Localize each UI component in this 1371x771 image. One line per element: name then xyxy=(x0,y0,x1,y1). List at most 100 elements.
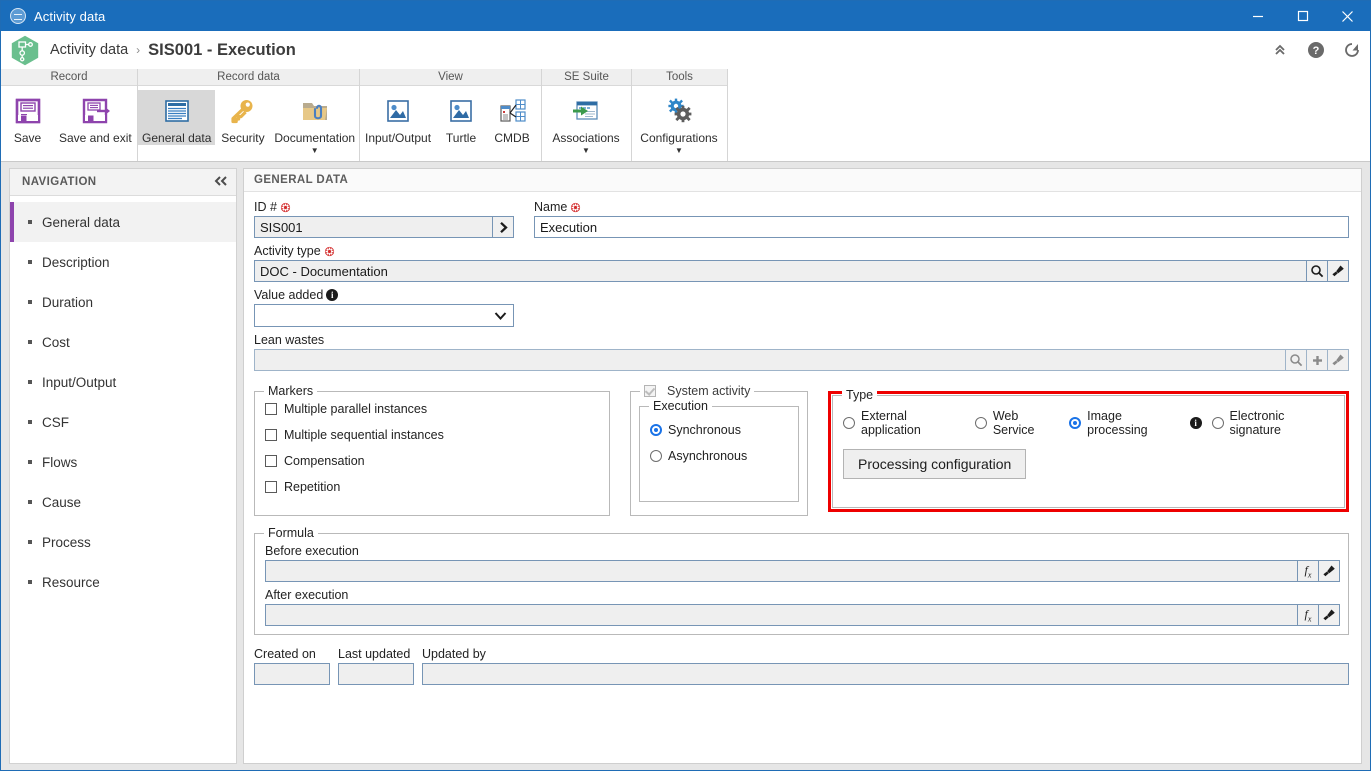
sidebar-item-process[interactable]: Process xyxy=(10,522,236,562)
value-added-select[interactable] xyxy=(254,304,514,327)
radio[interactable] xyxy=(1211,417,1224,429)
brush-icon[interactable] xyxy=(1318,604,1340,626)
radio[interactable] xyxy=(1069,417,1082,429)
checkbox[interactable] xyxy=(265,429,277,441)
type-option-label: Image processing xyxy=(1087,409,1148,437)
activity-type-field[interactable]: DOC - Documentation xyxy=(254,260,1307,282)
sidebar-item-duration[interactable]: Duration xyxy=(10,282,236,322)
value-added-label-row: Value added i xyxy=(254,288,1349,302)
process-hexagon-logo xyxy=(11,35,39,66)
magnifier-icon[interactable] xyxy=(1306,260,1328,282)
sidebar-item-label: Cost xyxy=(42,334,70,350)
type-option-electronic-signature[interactable]: Electronic signature xyxy=(1211,409,1336,437)
fx-icon[interactable]: fx xyxy=(1297,560,1319,582)
ribbon-button-label: Documentation xyxy=(274,131,356,145)
breadcrumb-parent[interactable]: Activity data xyxy=(50,42,128,58)
collapse-ribbon-icon[interactable] xyxy=(1270,40,1290,60)
radio[interactable] xyxy=(650,424,662,436)
fx-icon[interactable]: fx xyxy=(1297,604,1319,626)
required-icon xyxy=(570,202,581,213)
plus-icon[interactable] xyxy=(1306,349,1328,371)
sidebar-item-label: Cause xyxy=(42,494,82,510)
help-icon[interactable]: ? xyxy=(1306,40,1326,60)
execution-option-synchronous[interactable]: Synchronous xyxy=(650,417,790,443)
bullet-icon xyxy=(28,380,32,384)
ribbon-group-tools: Tools Configurations ▼ xyxy=(632,69,728,161)
before-execution-field[interactable] xyxy=(265,560,1298,582)
bullet-icon xyxy=(28,340,32,344)
marker-label: Multiple parallel instances xyxy=(284,402,428,416)
sidebar-item-label: Input/Output xyxy=(42,374,117,390)
ribbon-button-security[interactable]: Security xyxy=(215,90,270,145)
sidebar-item-cause[interactable]: Cause xyxy=(10,482,236,522)
ribbon-button-general-data[interactable]: General data xyxy=(138,90,216,145)
bullet-icon xyxy=(28,300,32,304)
close-button[interactable] xyxy=(1325,1,1370,31)
sidebar-item-description[interactable]: Description xyxy=(10,242,236,282)
markers-fieldset: Markers Multiple parallel instances Mult… xyxy=(254,384,610,516)
processing-configuration-button[interactable]: Processing configuration xyxy=(843,449,1027,479)
markers-legend: Markers xyxy=(264,384,318,398)
minimize-button[interactable] xyxy=(1235,1,1280,31)
type-option-external-application[interactable]: External application xyxy=(843,409,967,437)
marker-multiple-parallel-instances[interactable]: Multiple parallel instances xyxy=(265,396,601,422)
sidebar-item-flows[interactable]: Flows xyxy=(10,442,236,482)
type-option-image-processing[interactable]: Image processing xyxy=(1069,409,1183,437)
window-title: Activity data xyxy=(34,8,106,24)
ribbon-button-configurations[interactable]: Configurations ▼ xyxy=(632,90,726,155)
marker-multiple-sequential-instances[interactable]: Multiple sequential instances xyxy=(265,422,601,448)
ribbon-group-title: Record xyxy=(1,69,137,86)
marker-compensation[interactable]: Compensation xyxy=(265,448,601,474)
chevron-down-icon[interactable]: ▼ xyxy=(675,147,683,155)
checkbox[interactable] xyxy=(265,403,277,415)
maximize-button[interactable] xyxy=(1280,1,1325,31)
last-updated-label: Last updated xyxy=(338,647,411,661)
refresh-icon[interactable] xyxy=(1342,40,1362,60)
id-label-row: ID # xyxy=(254,200,515,214)
radio[interactable] xyxy=(843,417,855,429)
svg-text:?: ? xyxy=(1313,45,1320,57)
info-icon[interactable]: i xyxy=(326,289,339,301)
execution-option-asynchronous[interactable]: Asynchronous xyxy=(650,443,790,469)
sidebar-item-general-data[interactable]: General data xyxy=(10,202,236,242)
magnifier-icon[interactable] xyxy=(1285,349,1307,371)
gears-icon xyxy=(664,93,694,129)
after-execution-field[interactable] xyxy=(265,604,1298,626)
execution-legend: Execution xyxy=(649,399,712,413)
chevrons-left-icon[interactable] xyxy=(214,175,228,189)
ribbon-button-label: Configurations xyxy=(640,131,718,145)
sidebar-item-resource[interactable]: Resource xyxy=(10,562,236,602)
brush-icon[interactable] xyxy=(1327,349,1349,371)
type-option-web-service[interactable]: Web Service xyxy=(974,409,1061,437)
marker-repetition[interactable]: Repetition xyxy=(265,474,601,500)
radio[interactable] xyxy=(974,417,987,429)
radio[interactable] xyxy=(650,450,662,462)
window-controls xyxy=(1235,1,1370,31)
formula-fieldset: Formula Before execution fx After execut… xyxy=(254,526,1349,635)
sidebar-item-csf[interactable]: CSF xyxy=(10,402,236,442)
lean-wastes-field[interactable] xyxy=(254,349,1286,371)
ribbon-button-save[interactable]: Save xyxy=(1,90,54,145)
ribbon-button-documentation[interactable]: Documentation ▼ xyxy=(270,90,359,155)
sidebar-item-cost[interactable]: Cost xyxy=(10,322,236,362)
brush-icon[interactable] xyxy=(1327,260,1349,282)
chevron-down-icon[interactable]: ▼ xyxy=(311,147,319,155)
chevron-down-icon xyxy=(494,308,507,323)
info-icon[interactable]: i xyxy=(1189,417,1202,429)
sidebar-item-input-output[interactable]: Input/Output xyxy=(10,362,236,402)
id-go-button[interactable] xyxy=(492,216,514,238)
ribbon-button-turtle[interactable]: Turtle xyxy=(436,90,486,145)
type-fieldset: Type External application Web Service Im… xyxy=(832,388,1345,508)
ribbon-button-associations[interactable]: Associations ▼ xyxy=(542,90,630,155)
sidebar-item-label: Flows xyxy=(42,454,78,470)
brush-icon[interactable] xyxy=(1318,560,1340,582)
ribbon-button-input-output[interactable]: Input/Output xyxy=(360,90,436,145)
checkbox[interactable] xyxy=(265,455,277,467)
type-legend: Type xyxy=(842,388,878,402)
id-field[interactable]: SIS001 xyxy=(254,216,493,238)
checkbox[interactable] xyxy=(265,481,277,493)
ribbon-button-save-and-exit[interactable]: Save and exit xyxy=(54,90,137,145)
ribbon-button-cmdb[interactable]: CMDB xyxy=(486,90,538,145)
chevron-down-icon[interactable]: ▼ xyxy=(582,147,590,155)
name-field[interactable]: Execution xyxy=(534,216,1349,238)
